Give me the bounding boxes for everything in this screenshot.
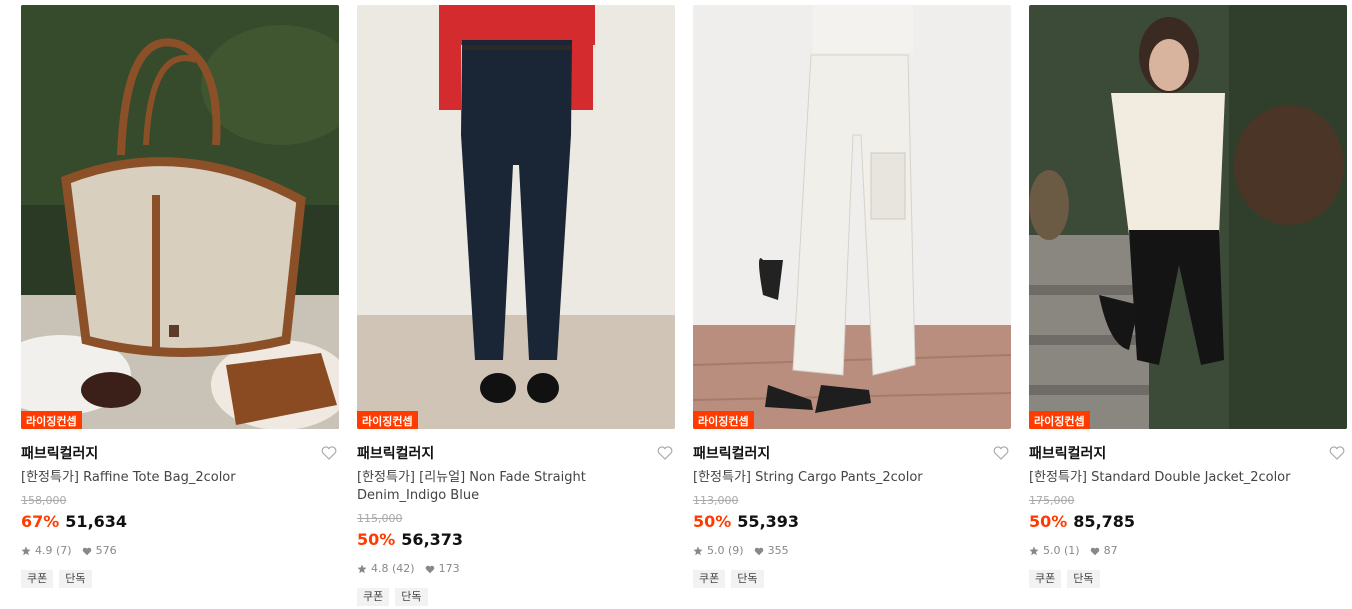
rating: 5.0 (9) [707, 544, 744, 557]
product-image[interactable]: 라이징컨셉 [1029, 5, 1347, 429]
brand-name[interactable]: 패브릭컬러지 [1029, 446, 1106, 462]
heart-outline-icon[interactable] [657, 446, 673, 460]
review-meta: 4.9 (7) 576 [21, 544, 339, 558]
product-card[interactable]: 라이징컨셉 패브릭컬러지 [한정특가] Standard Double Jack… [1029, 5, 1347, 588]
heart-small-icon [754, 547, 763, 555]
star-icon [21, 546, 31, 556]
brand-row: 패브릭컬러지 [693, 443, 1011, 469]
sale-price: 56,373 [401, 530, 464, 549]
discount-rate: 67% [21, 512, 60, 531]
review-meta: 5.0 (1) 87 [1029, 544, 1347, 558]
original-price: 113,000 [693, 494, 739, 507]
promo-badge: 라이징컨셉 [1029, 411, 1090, 429]
price-row: 50% 56,373 [357, 529, 675, 551]
star-icon [357, 564, 367, 574]
product-photo-denim [357, 5, 675, 429]
sale-price: 55,393 [737, 512, 800, 531]
promo-badge: 라이징컨셉 [21, 411, 82, 429]
price-row: 67% 51,634 [21, 511, 339, 533]
tag-coupon[interactable]: 쿠폰 [693, 570, 726, 588]
like-count: 576 [95, 544, 117, 557]
heart-small-icon [82, 547, 91, 555]
discount-rate: 50% [357, 530, 396, 549]
review-meta: 4.8 (42) 173 [357, 562, 675, 576]
original-price: 115,000 [357, 512, 403, 525]
tag-list: 쿠폰 단독 [1029, 570, 1347, 588]
product-name[interactable]: [한정특가] String Cargo Pants_2color [693, 469, 1011, 487]
product-grid: 라이징컨셉 패브릭컬러지 [한정특가] Raffine Tote Bag_2co… [21, 5, 1349, 609]
discount-rate: 50% [693, 512, 732, 531]
product-card[interactable]: 라이징컨셉 패브릭컬러지 [한정특가] String Cargo Pants_2… [693, 5, 1011, 588]
brand-name[interactable]: 패브릭컬러지 [357, 446, 434, 462]
like-count: 87 [1103, 544, 1118, 557]
heart-small-icon [1090, 547, 1099, 555]
product-photo-double-jacket [1029, 5, 1347, 429]
brand-row: 패브릭컬러지 [1029, 443, 1347, 469]
heart-small-icon [425, 565, 434, 573]
review-meta: 5.0 (9) 355 [693, 544, 1011, 558]
like-count: 173 [438, 562, 460, 575]
original-price: 175,000 [1029, 494, 1075, 507]
rating: 4.9 (7) [35, 544, 72, 557]
tag-exclusive[interactable]: 단독 [59, 570, 92, 588]
product-card[interactable]: 라이징컨셉 패브릭컬러지 [한정특가] [리뉴얼] Non Fade Strai… [357, 5, 675, 606]
original-price: 158,000 [21, 494, 67, 507]
tag-exclusive[interactable]: 단독 [731, 570, 764, 588]
sale-price: 51,634 [65, 512, 128, 531]
product-image[interactable]: 라이징컨셉 [357, 5, 675, 429]
heart-outline-icon[interactable] [993, 446, 1009, 460]
brand-name[interactable]: 패브릭컬러지 [693, 446, 770, 462]
tag-coupon[interactable]: 쿠폰 [21, 570, 54, 588]
product-card[interactable]: 라이징컨셉 패브릭컬러지 [한정특가] Raffine Tote Bag_2co… [21, 5, 339, 588]
product-name[interactable]: [한정특가] [리뉴얼] Non Fade Straight Denim_Ind… [357, 469, 675, 505]
rating: 5.0 (1) [1043, 544, 1080, 557]
star-icon [1029, 546, 1039, 556]
tag-list: 쿠폰 단독 [357, 588, 675, 606]
product-image[interactable]: 라이징컨셉 [21, 5, 339, 429]
price-row: 50% 85,785 [1029, 511, 1347, 533]
brand-row: 패브릭컬러지 [357, 443, 675, 469]
rating: 4.8 (42) [371, 562, 415, 575]
sale-price: 85,785 [1073, 512, 1136, 531]
promo-badge: 라이징컨셉 [357, 411, 418, 429]
brand-row: 패브릭컬러지 [21, 443, 339, 469]
product-name[interactable]: [한정특가] Raffine Tote Bag_2color [21, 469, 339, 487]
tag-list: 쿠폰 단독 [21, 570, 339, 588]
brand-name[interactable]: 패브릭컬러지 [21, 446, 98, 462]
tag-coupon[interactable]: 쿠폰 [1029, 570, 1062, 588]
star-icon [693, 546, 703, 556]
tag-exclusive[interactable]: 단독 [395, 588, 428, 606]
promo-badge: 라이징컨셉 [693, 411, 754, 429]
heart-outline-icon[interactable] [321, 446, 337, 460]
tag-coupon[interactable]: 쿠폰 [357, 588, 390, 606]
tag-list: 쿠폰 단독 [693, 570, 1011, 588]
heart-outline-icon[interactable] [1329, 446, 1345, 460]
price-row: 50% 55,393 [693, 511, 1011, 533]
product-photo-tote-bag [21, 5, 339, 429]
product-image[interactable]: 라이징컨셉 [693, 5, 1011, 429]
tag-exclusive[interactable]: 단독 [1067, 570, 1100, 588]
product-photo-cargo-pants [693, 5, 1011, 429]
product-name[interactable]: [한정특가] Standard Double Jacket_2color [1029, 469, 1347, 487]
discount-rate: 50% [1029, 512, 1068, 531]
like-count: 355 [767, 544, 789, 557]
